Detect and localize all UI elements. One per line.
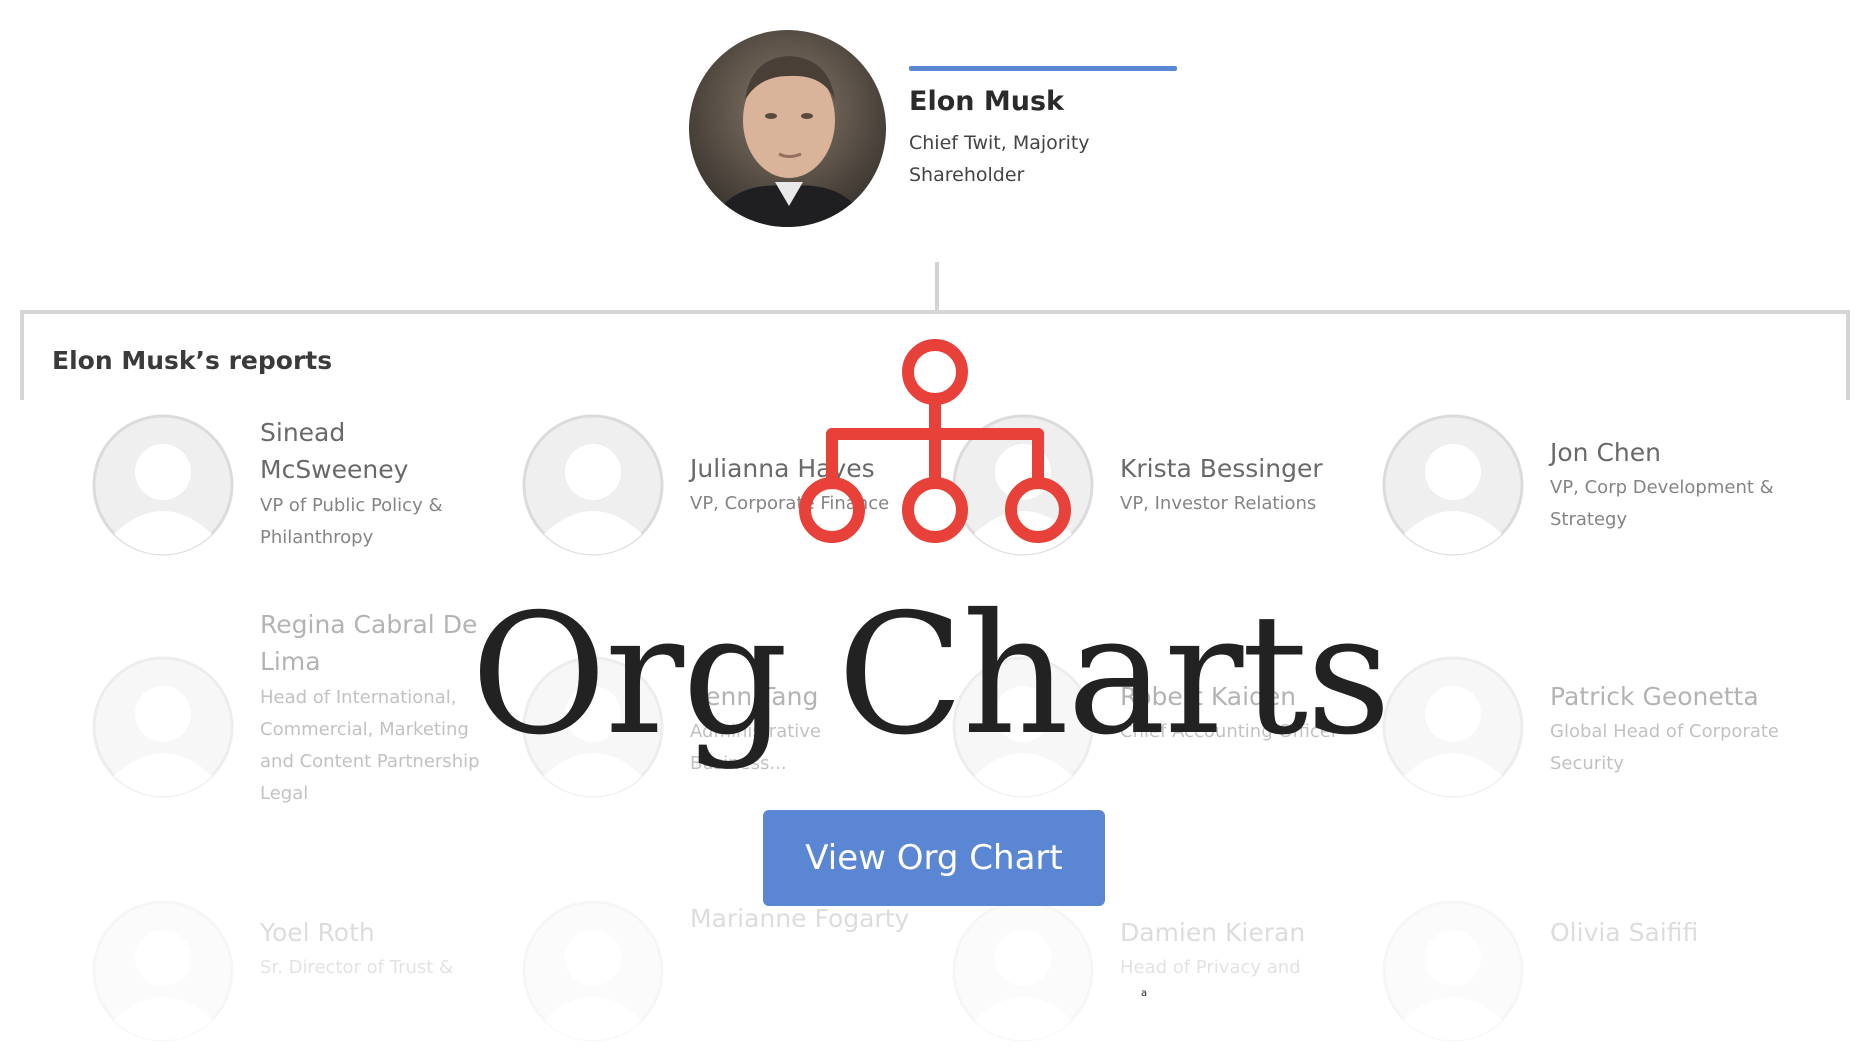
- connector-line: [935, 262, 939, 312]
- report-card[interactable]: Jon Chen VP, Corp Development & Strategy: [1382, 414, 1802, 594]
- avatar-placeholder-icon: [92, 414, 234, 556]
- top-person-photo: [689, 30, 886, 227]
- avatar-placeholder-icon: [1382, 414, 1524, 556]
- report-title: VP, Corp Development & Strategy: [1550, 477, 1774, 530]
- report-name: Yoel Roth: [260, 918, 375, 947]
- top-person-title: Chief Twit, Majority Shareholder: [909, 132, 1090, 186]
- report-title: VP, Investor Relations: [1120, 493, 1317, 514]
- avatar-placeholder-icon: [1382, 900, 1524, 1042]
- report-card[interactable]: Olivia Saififi: [1382, 900, 1802, 1049]
- top-person-name: Elon Musk: [909, 86, 1064, 117]
- report-card[interactable]: Marianne Fogarty: [522, 900, 942, 1049]
- reports-section-title: Elon Musk’s reports: [52, 346, 333, 375]
- report-name: Olivia Saififi: [1550, 918, 1699, 947]
- report-name: Sinead McSweeney: [260, 418, 409, 484]
- footnote-mark: a: [1141, 988, 1148, 999]
- org-charts-heading: Org Charts: [470, 579, 1392, 772]
- avatar-placeholder-icon: [952, 900, 1094, 1042]
- report-card[interactable]: Damien Kieran Head of Privacy and: [952, 900, 1372, 1049]
- report-name: Damien Kieran: [1120, 918, 1306, 947]
- report-title: Head of Privacy and: [1120, 957, 1301, 978]
- avatar-placeholder-icon: [92, 900, 234, 1042]
- report-card[interactable]: Yoel Roth Sr. Director of Trust &: [92, 900, 512, 1049]
- accent-line: [909, 66, 1177, 71]
- report-name: Jon Chen: [1550, 438, 1661, 467]
- report-title: VP of Public Policy & Philanthropy: [260, 495, 443, 548]
- report-title: Sr. Director of Trust &: [260, 957, 454, 978]
- top-person-card[interactable]: Elon Musk Chief Twit, Majority Sharehold…: [689, 30, 1249, 230]
- avatar-placeholder-icon: [522, 414, 664, 556]
- org-hierarchy-icon: [799, 339, 1071, 543]
- avatar-placeholder-icon: [522, 900, 664, 1042]
- report-name: Krista Bessinger: [1120, 454, 1323, 483]
- report-card[interactable]: Sinead McSweeney VP of Public Policy & P…: [92, 414, 512, 594]
- view-org-chart-button[interactable]: View Org Chart: [763, 810, 1105, 906]
